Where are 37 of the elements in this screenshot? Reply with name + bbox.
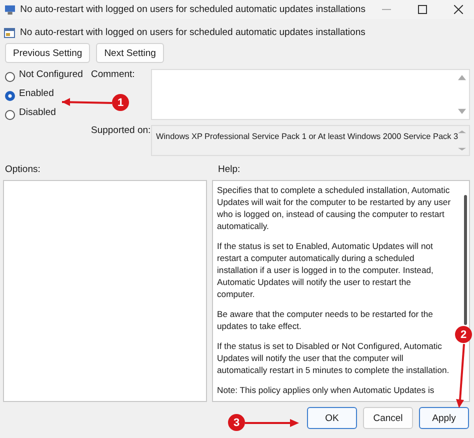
scroll-arrows-icon bbox=[458, 74, 466, 115]
annotation-arrow bbox=[245, 419, 299, 427]
help-paragraph: Note: This policy applies only when Automatic Updates is bbox=[217, 384, 436, 396]
annotation-arrow bbox=[62, 98, 112, 106]
help-label: Help: bbox=[218, 164, 240, 175]
radio-label[interactable]: Enabled bbox=[19, 88, 54, 99]
supported-on-field: Windows XP Professional Service Pack 1 or At least Windows 2000 Service Pack 3 bbox=[151, 125, 470, 156]
help-paragraph: If the status is set to Enabled, Automatic Updates will not restart a computer automatically during a scheduled installation if a user is logged in to the computer. Instead, Automatic Updates will notify the user to restart the computer. bbox=[217, 240, 434, 300]
radio-button[interactable] bbox=[5, 72, 15, 82]
setting-nav-button[interactable]: Previous Setting bbox=[5, 43, 90, 63]
setting-nav-button[interactable]: Next Setting bbox=[96, 43, 164, 63]
scroll-arrows-icon bbox=[458, 130, 466, 151]
minimize-icon bbox=[382, 8, 391, 10]
window-title: No auto-restart with logged on users for scheduled automatic updates installations bbox=[20, 4, 366, 15]
policy-icon bbox=[4, 28, 15, 38]
help-paragraph: If the status is set to Disabled or Not Configured, Automatic Updates will notify the user that the computer will automatically restart in 5 minutes to complete the installation. bbox=[217, 340, 450, 376]
close-icon bbox=[454, 5, 463, 14]
scrollbar-thumb[interactable] bbox=[464, 195, 467, 325]
annotation-arrow bbox=[456, 344, 465, 408]
help-paragraph: Be aware that the computer needs to be restarted for the updates to take effect. bbox=[217, 308, 434, 332]
annotation-badge: 1 bbox=[112, 94, 129, 111]
radio-label[interactable]: Not Configured bbox=[19, 69, 83, 80]
help-paragraph: Specifies that to complete a scheduled installation, Automatic Updates will wait for the computer to be restarted by any user who is logged on, instead of causing the computer to restart automatically. bbox=[217, 184, 451, 232]
dialog-button[interactable]: Cancel bbox=[363, 407, 413, 429]
app-icon bbox=[5, 4, 16, 14]
supported-on-label: Supported on: bbox=[91, 125, 151, 136]
dialog-button[interactable]: Apply bbox=[419, 407, 469, 429]
maximize-icon bbox=[418, 5, 427, 14]
policy-title: No auto-restart with logged on users for scheduled automatic updates installations bbox=[20, 27, 366, 38]
comment-field[interactable] bbox=[151, 69, 470, 120]
radio-label[interactable]: Disabled bbox=[19, 107, 56, 118]
options-label: Options: bbox=[5, 164, 42, 175]
radio-button[interactable] bbox=[5, 110, 15, 120]
annotation-badge: 3 bbox=[228, 414, 245, 431]
radio-button[interactable] bbox=[5, 90, 15, 100]
comment-label: Comment: bbox=[91, 69, 136, 80]
dialog-button[interactable]: OK bbox=[307, 407, 357, 429]
